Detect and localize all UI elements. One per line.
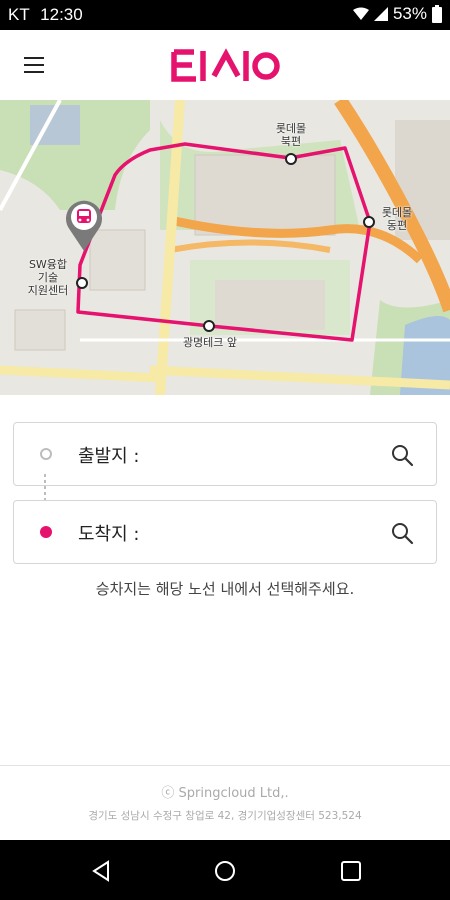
app-bar [0, 30, 450, 100]
destination-dot-icon [40, 526, 52, 538]
stop-label-sw-center[interactable]: SW융합 기술 지원센터 [18, 258, 78, 297]
back-icon[interactable] [88, 858, 114, 884]
clock: 12:30 [40, 5, 83, 24]
search-icon[interactable] [390, 443, 414, 467]
origin-label: 출발지 : [78, 446, 140, 467]
stop-label-gwangmyeong-tech[interactable]: 광명테크 앞 [168, 336, 252, 349]
footer-address: 경기도 성남시 수정구 창업로 42, 경기기업성장센터 523,524 [88, 810, 362, 822]
recents-icon[interactable] [338, 858, 364, 884]
stop-label-lotte-east[interactable]: 롯데몰 동편 [376, 206, 418, 232]
search-icon[interactable] [390, 521, 414, 545]
footer-divider [0, 765, 450, 766]
status-bar: KT 12:30 53% [0, 0, 450, 30]
menu-button[interactable] [18, 50, 50, 80]
app-logo [171, 48, 280, 82]
wifi-icon [352, 7, 369, 20]
home-icon[interactable] [212, 858, 238, 884]
system-nav-bar [0, 840, 450, 900]
signal-icon [373, 7, 388, 21]
destination-field[interactable]: 도착지 : [13, 500, 437, 564]
origin-dot-icon [40, 448, 52, 460]
carrier-label: KT [8, 5, 30, 24]
battery-icon [432, 5, 442, 23]
boarding-hint: 승차지는 해당 노선 내에서 선택해주세요. [95, 580, 355, 598]
origin-field[interactable]: 출발지 : [13, 422, 437, 486]
battery-percent: 53% [392, 4, 427, 23]
destination-label: 도착지 : [78, 524, 140, 545]
footer-company: ⓒ Springcloud Ltd,. [161, 786, 289, 801]
hamburger-icon [24, 57, 44, 59]
bus-marker-icon [66, 200, 102, 251]
stop-label-lotte-north[interactable]: 롯데몰 북편 [265, 122, 317, 148]
route-map[interactable]: 롯데몰 북편 롯데몰 동편 광명테크 앞 SW융합 기술 지원센터 [0, 100, 450, 395]
